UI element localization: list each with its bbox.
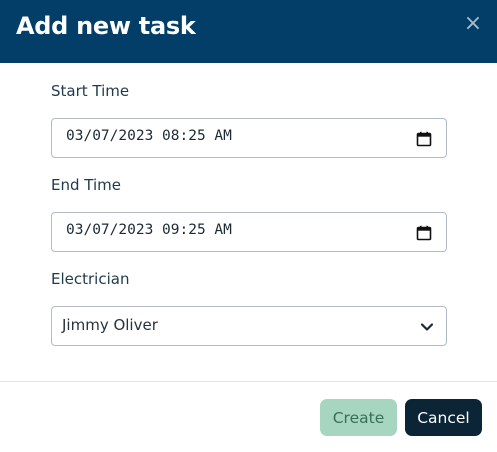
close-icon[interactable]: ×: [463, 13, 483, 35]
electrician-selected-value: Jimmy Oliver: [62, 316, 158, 334]
dialog-title: Add new task: [16, 12, 196, 40]
calendar-icon[interactable]: [416, 225, 432, 241]
calendar-icon[interactable]: [416, 131, 432, 147]
dialog-body: Start Time 03/07/2023 08:25 AM End Time …: [0, 63, 497, 381]
dialog-footer: Create Cancel: [0, 381, 497, 452]
electrician-select[interactable]: Jimmy Oliver: [51, 306, 447, 346]
end-time-label: End Time: [51, 176, 121, 194]
end-time-value: 03/07/2023 09:25 AM: [66, 222, 232, 238]
end-time-input[interactable]: 03/07/2023 09:25 AM: [51, 212, 447, 252]
chevron-down-icon: [420, 323, 434, 331]
add-task-dialog: Add new task × Start Time 03/07/2023 08:…: [0, 0, 497, 452]
start-time-input[interactable]: 03/07/2023 08:25 AM: [51, 118, 447, 158]
electrician-label: Electrician: [51, 270, 130, 288]
cancel-button[interactable]: Cancel: [405, 399, 482, 436]
dialog-header: Add new task ×: [0, 0, 497, 63]
start-time-label: Start Time: [51, 82, 130, 100]
create-button[interactable]: Create: [320, 399, 397, 436]
start-time-value: 03/07/2023 08:25 AM: [66, 128, 232, 144]
